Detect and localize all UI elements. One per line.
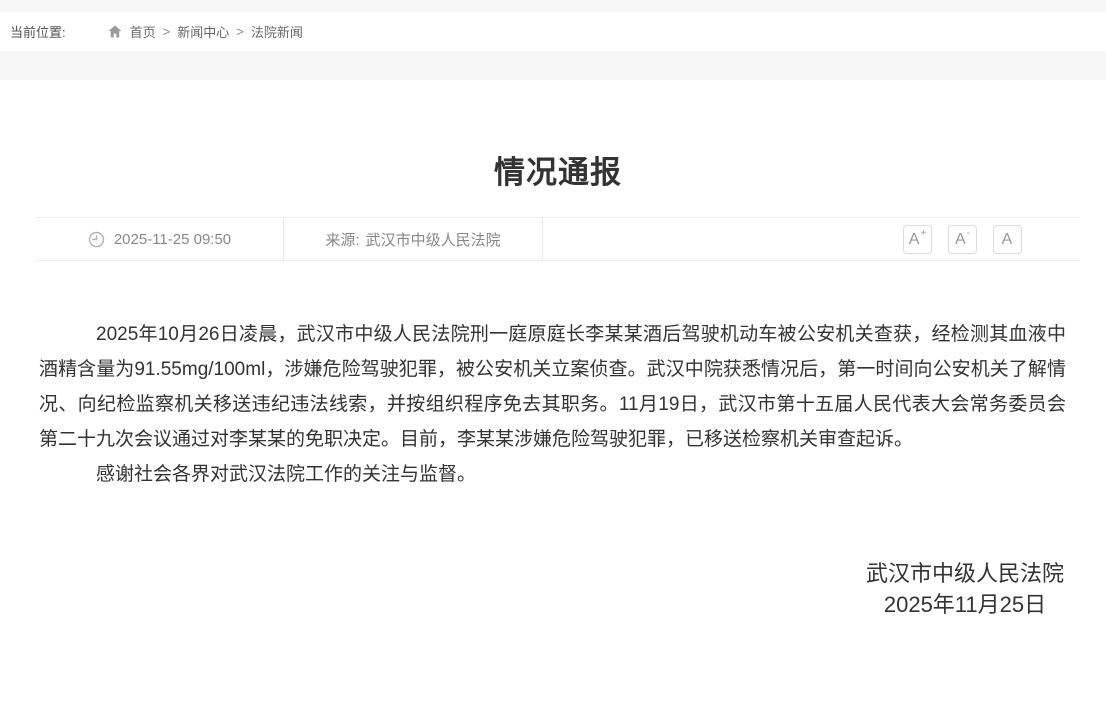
divider-band [0, 51, 1106, 80]
font-reset-button[interactable]: A [993, 225, 1022, 254]
font-decrease-button[interactable]: A- [948, 225, 977, 254]
breadcrumb-separator: > [163, 24, 171, 39]
top-strip [0, 0, 1106, 12]
signature-name: 武汉市中级人民法院 [866, 558, 1064, 589]
font-size-controls: A+ A- A [543, 218, 1080, 260]
plus-icon: + [920, 229, 926, 239]
breadcrumb-item-home[interactable]: 首页 [130, 22, 156, 41]
publish-date-cell: 2025-11-25 09:50 [36, 218, 284, 260]
minus-icon: - [967, 229, 970, 239]
article-body: 2025年10月26日凌晨，武汉市中级人民法院刑一庭原庭长李某某酒后驾驶机动车被… [36, 317, 1080, 492]
publish-date: 2025-11-25 09:50 [114, 231, 231, 248]
clock-icon [88, 231, 105, 248]
source-value: 武汉市中级人民法院 [366, 229, 501, 250]
breadcrumb-separator: > [236, 24, 244, 39]
article-paragraph: 感谢社会各界对武汉法院工作的关注与监督。 [39, 457, 1066, 492]
signature-block: 武汉市中级人民法院 2025年11月25日 [36, 558, 1080, 620]
font-increase-label: A [909, 232, 920, 248]
breadcrumb: 当前位置: 首页 > 新闻中心 > 法院新闻 [0, 12, 1106, 51]
article-paragraph: 2025年10月26日凌晨，武汉市中级人民法院刑一庭原庭长李某某酒后驾驶机动车被… [39, 317, 1066, 457]
meta-bar: 2025-11-25 09:50 来源: 武汉市中级人民法院 A+ A- A [36, 217, 1080, 261]
font-reset-label: A [1002, 232, 1013, 248]
breadcrumb-label: 当前位置: [10, 22, 66, 41]
font-increase-button[interactable]: A+ [903, 225, 932, 254]
article-page: 情况通报 2025-11-25 09:50 来源: 武汉市中级人民法院 A+ A… [36, 80, 1080, 620]
page-title: 情况通报 [36, 80, 1080, 194]
source-cell: 来源: 武汉市中级人民法院 [284, 218, 543, 260]
breadcrumb-item-court-news[interactable]: 法院新闻 [251, 22, 303, 41]
breadcrumb-item-news-center[interactable]: 新闻中心 [177, 22, 229, 41]
source-label: 来源: [325, 229, 359, 250]
signature-date: 2025年11月25日 [866, 589, 1064, 620]
home-icon[interactable] [108, 25, 122, 38]
font-decrease-label: A [955, 232, 966, 248]
